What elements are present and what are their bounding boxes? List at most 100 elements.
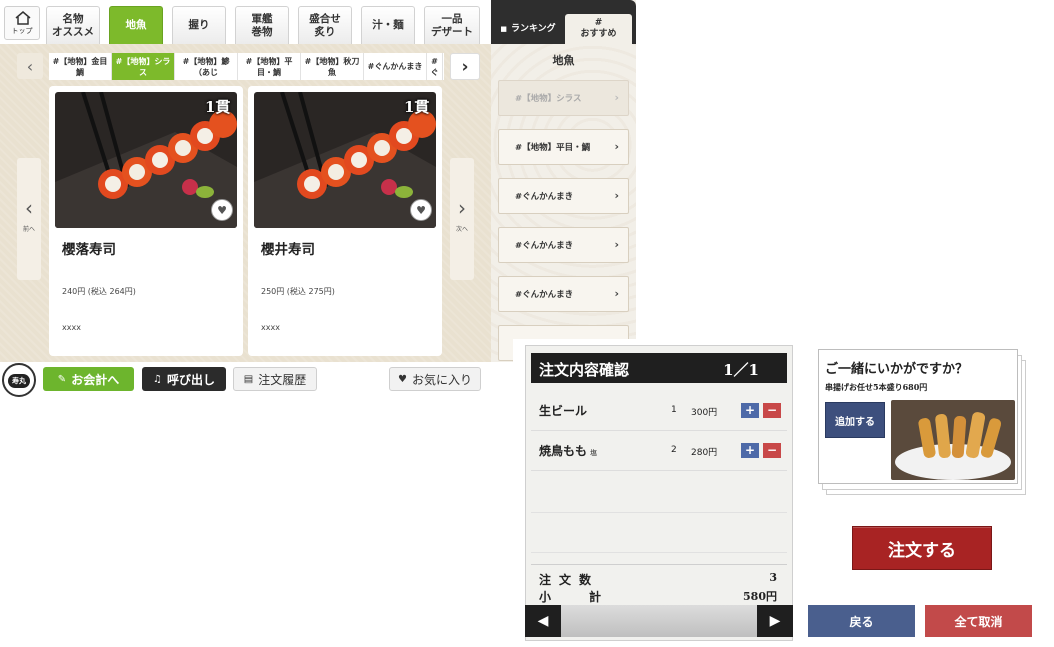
side-list-item[interactable]: #ぐんかんまき › (498, 178, 629, 214)
order-confirm-screen: 注文内容確認 1／1 生ビール 1 300円 + − 焼鳥もも塩 2 280円 … (513, 339, 1054, 647)
tab-ippin-dessert[interactable]: 一品 デザート (424, 6, 480, 44)
tag-item[interactable]: #【地物】秋刀魚 (301, 53, 364, 80)
product-price: 250円 (税込 275円) (261, 287, 335, 296)
place-order-button[interactable]: 注文する (852, 526, 992, 570)
bell-icon: ♫ (153, 373, 162, 385)
side-panel: ■ ランキング # おすすめ 地魚 #【地物】シラス › #【地物】平目・鯛 ›… (491, 0, 636, 362)
checkout-label: お会計へ (71, 372, 120, 387)
favorites-button[interactable]: ♥ お気に入り (389, 367, 481, 391)
back-button[interactable]: 戻る (808, 605, 915, 637)
tab-shiru-men[interactable]: 汁・麺 (361, 6, 415, 44)
tab-jizakana[interactable]: 地魚 (109, 6, 163, 44)
clear-all-button[interactable]: 全て取消 (925, 605, 1032, 637)
side-list-item[interactable]: #ぐんかんまき › (498, 276, 629, 312)
tag-item[interactable]: #【地物】鯵（あじ (175, 53, 238, 80)
page-next-button[interactable]: › 次へ (450, 158, 474, 280)
home-icon (15, 11, 31, 25)
chevron-right-icon: › (614, 189, 619, 202)
suggestion-card: ご一緒にいかがですか？ 串揚げお任せ5本盛り680円 追加する (818, 349, 1018, 489)
product-price: 240円 (税込 264円) (62, 287, 136, 296)
quantity-badge: 1貫 (404, 98, 430, 116)
order-item-qty: 2 (671, 445, 677, 455)
side-list-item[interactable]: #【地物】シラス › (498, 80, 629, 116)
history-label: 注文履歴 (258, 372, 307, 387)
increase-button[interactable]: + (741, 443, 759, 458)
ranking-icon: ■ (500, 24, 507, 33)
tag-item[interactable]: #【地物】金目鯛 (49, 53, 112, 80)
heart-icon[interactable]: ♥ (211, 199, 233, 221)
decrease-button[interactable]: − (763, 403, 781, 418)
heart-icon[interactable]: ♥ (410, 199, 432, 221)
order-header: 注文内容確認 1／1 (531, 353, 787, 383)
divider (531, 512, 787, 513)
suggestion-photo (891, 400, 1015, 480)
decrease-button[interactable]: − (763, 443, 781, 458)
prev-label: 前へ (22, 226, 35, 233)
chevron-right-icon: › (614, 140, 619, 153)
chevron-right-icon: › (458, 196, 466, 220)
suggestion-item: 串揚げお任せ5本盛り680円 (825, 382, 928, 392)
next-label: 次へ (455, 226, 468, 233)
tab-gunkan[interactable]: 軍艦 巻物 (235, 6, 289, 44)
favorites-label: お気に入り (411, 372, 472, 387)
tab-ranking[interactable]: ■ ランキング (495, 14, 561, 44)
chevron-left-icon: ‹ (26, 56, 34, 76)
scroll-right-button[interactable]: ▶ (757, 605, 793, 637)
call-staff-button[interactable]: ♫ 呼び出し (142, 367, 226, 391)
category-bar: トップ 名物 オススメ 地魚 握り 軍艦 巻物 盛合せ 炙り 汁・麺 一品 デザ… (0, 0, 491, 44)
product-name: 櫻落寿司 (62, 242, 116, 258)
side-panel-title: 地魚 (552, 54, 575, 67)
product-card[interactable]: 1貫 ♥ 櫻井寿司 250円 (税込 275円) xxxx (248, 86, 442, 356)
order-row: 生ビール 1 300円 + − (531, 391, 787, 431)
tag-item[interactable]: #【地物】平目・鯛 (238, 53, 301, 80)
side-list-item[interactable]: #【地物】平目・鯛 › (498, 129, 629, 165)
order-title: 注文内容確認 (539, 361, 630, 379)
home-label: トップ (11, 27, 33, 35)
pen-icon: ✎ (57, 373, 67, 385)
increase-button[interactable]: + (741, 403, 759, 418)
call-label: 呼び出し (166, 372, 215, 387)
scroll-left-button[interactable]: ◀ (525, 605, 561, 637)
product-card[interactable]: 1貫 ♥ 櫻落寿司 240円 (税込 264円) xxxx (49, 86, 243, 356)
tab-recommend[interactable]: # おすすめ (565, 14, 632, 44)
chevron-left-icon: ‹ (25, 196, 33, 220)
chevron-right-icon: › (461, 56, 469, 77)
order-item-price: 300円 (691, 408, 718, 418)
tag-next-button[interactable]: › (450, 53, 480, 80)
product-description: xxxx (62, 323, 81, 332)
tab-nigiri[interactable]: 握り (172, 6, 226, 44)
tag-item[interactable]: #ぐ (427, 53, 443, 80)
document-icon: ▤ (243, 373, 254, 385)
order-row: 焼鳥もも塩 2 280円 + − (531, 431, 787, 471)
product-description: xxxx (261, 323, 280, 332)
tag-item-active[interactable]: #【地物】シラス (112, 53, 175, 80)
order-count-value: 3 (769, 571, 777, 584)
home-button[interactable]: トップ (4, 6, 40, 40)
order-item-name: 生ビール (539, 404, 588, 418)
quantity-badge: 1貫 (205, 98, 231, 116)
tab-moriawase[interactable]: 盛合せ 炙り (298, 6, 352, 44)
subtotal-label: 小計 (539, 590, 640, 604)
order-item-qty: 1 (671, 405, 677, 415)
suggestion-title: ご一緒にいかがですか？ (825, 362, 969, 377)
chevron-right-icon: › (614, 238, 619, 251)
add-suggestion-button[interactable]: 追加する (825, 402, 885, 438)
side-list-item[interactable]: #ぐんかんまき › (498, 227, 629, 263)
checkout-button[interactable]: ✎ お会計へ (43, 367, 134, 391)
order-list-panel: 注文内容確認 1／1 生ビール 1 300円 + − 焼鳥もも塩 2 280円 … (525, 345, 793, 641)
product-name: 櫻井寿司 (261, 242, 315, 258)
tag-strip: #【地物】金目鯛 #【地物】シラス #【地物】鯵（あじ #【地物】平目・鯛 #【… (49, 53, 444, 80)
store-logo: 寿丸 (2, 363, 36, 397)
page-indicator: 1／1 (723, 361, 759, 379)
tag-item[interactable]: #ぐんかんまき (364, 53, 427, 80)
order-scrollbar[interactable]: ◀ ▶ (525, 605, 793, 637)
page-prev-button[interactable]: ‹ 前へ (17, 158, 41, 280)
triangle-right-icon: ▶ (769, 613, 781, 629)
tab-meibutsu[interactable]: 名物 オススメ (46, 6, 100, 44)
order-history-button[interactable]: ▤ 注文履歴 (233, 367, 317, 391)
chevron-right-icon: › (614, 91, 619, 104)
tag-prev-button[interactable]: ‹ (17, 53, 43, 79)
divider (531, 552, 787, 553)
bottom-action-bar: 寿丸 ✎ お会計へ ♫ 呼び出し ▤ 注文履歴 ♥ お気に入り (0, 362, 491, 398)
heart-icon: ♥ (398, 373, 407, 385)
